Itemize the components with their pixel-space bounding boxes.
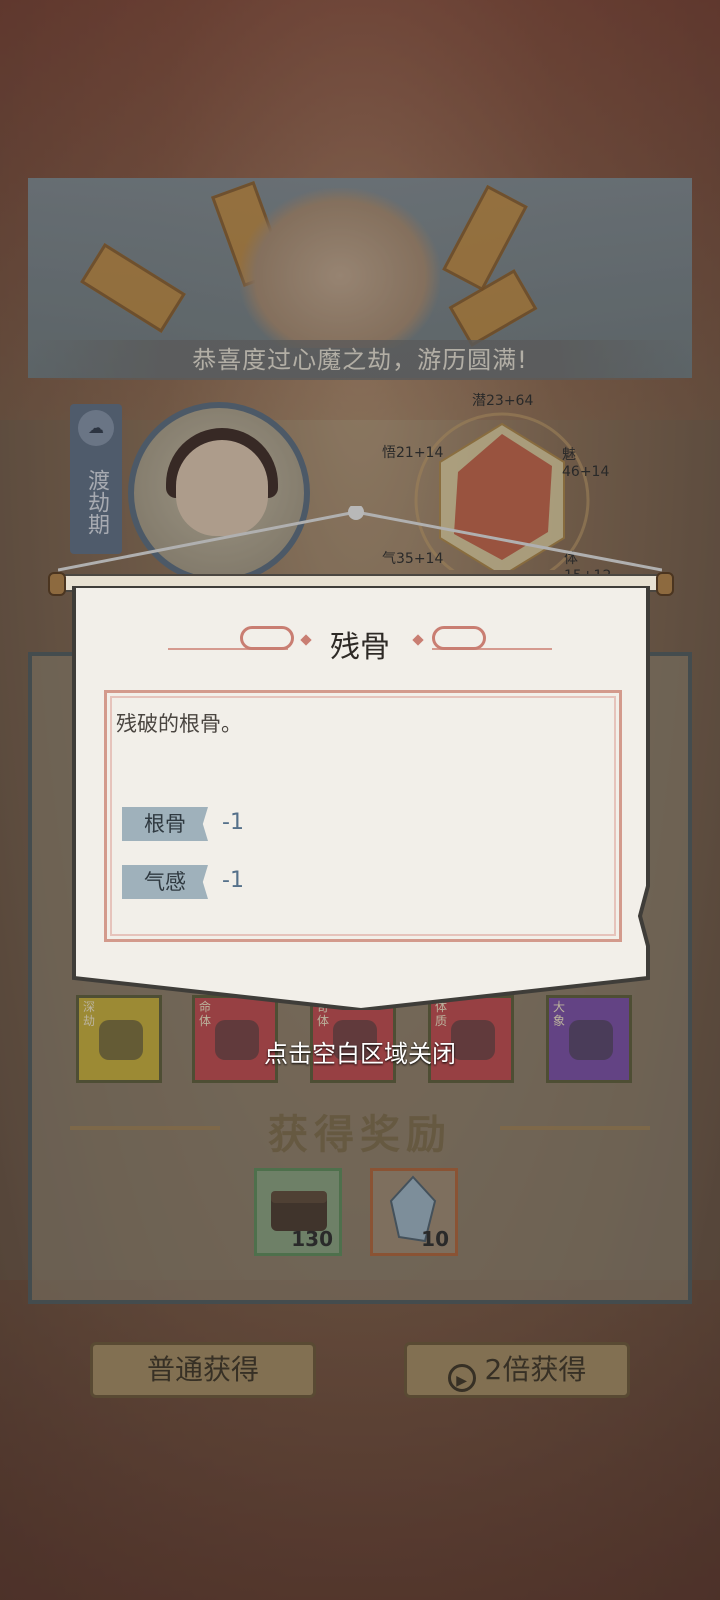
- attribute-name: 气感: [122, 865, 208, 899]
- item-title: 残骨: [330, 630, 390, 665]
- attribute-value: -1: [222, 810, 244, 835]
- item-description: 残破的根骨。: [116, 712, 242, 736]
- scroll-knob-right: [656, 572, 674, 596]
- close-hint: 点击空白区域关闭: [264, 1040, 456, 1068]
- scroll-knob-left: [48, 572, 66, 596]
- attribute-name: 根骨: [122, 807, 208, 841]
- attribute-value: -1: [222, 868, 244, 893]
